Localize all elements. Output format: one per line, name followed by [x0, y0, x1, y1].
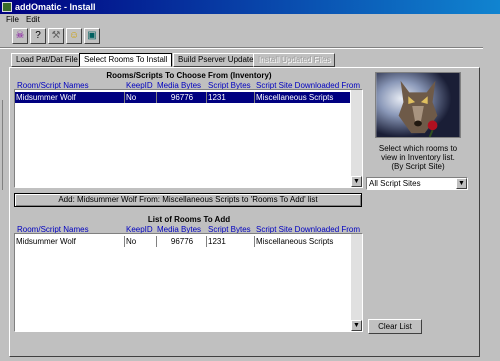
site-filter-help: Select which rooms to view in Inventory …	[366, 144, 470, 171]
table-row[interactable]: Midsummer Wolf No 96776 1231 Miscellaneo…	[15, 236, 350, 247]
chevron-down-icon[interactable]: ▼	[456, 178, 467, 189]
screen-icon[interactable]: ▣	[84, 28, 100, 44]
add-to-list-button[interactable]: Add: Midsummer Wolf From: Miscellaneous …	[14, 193, 362, 207]
script-site-value: All Script Sites	[369, 179, 421, 188]
rooms-to-add-title: List of Rooms To Add	[147, 215, 231, 224]
cell-media-bytes: 96776	[157, 236, 207, 247]
tab-select-rooms[interactable]: Select Rooms To Install	[79, 53, 173, 67]
tab-load-pat-dat[interactable]: Load Pat/Dat File	[11, 53, 83, 67]
cell-room-name: Midsummer Wolf	[15, 236, 125, 247]
cell-room-name: Midsummer Wolf	[15, 92, 125, 103]
menu-bar: File Edit	[0, 14, 500, 26]
cell-keepid: No	[125, 236, 157, 247]
toolbar: ☠ ? ⚒ ☺ ▣	[0, 26, 500, 46]
inventory-title: Rooms/Scripts To Choose From (Inventory)	[106, 71, 272, 80]
menu-edit[interactable]: Edit	[26, 15, 40, 25]
tab-build-pserver[interactable]: Build Pserver Update	[173, 53, 259, 67]
window-right-area	[483, 47, 500, 361]
inventory-list[interactable]: Midsummer Wolf No 96776 1231 Miscellaneo…	[14, 89, 363, 188]
smiley-icon[interactable]: ☺	[66, 28, 82, 44]
help-line-3: (By Script Site)	[391, 162, 445, 171]
cell-script-bytes: 1231	[207, 92, 255, 103]
cell-script-bytes: 1231	[207, 236, 255, 247]
table-row[interactable]: Midsummer Wolf No 96776 1231 Miscellaneo…	[15, 92, 350, 103]
menu-file[interactable]: File	[6, 15, 19, 25]
tab-install-updated: Install Updated Files	[253, 53, 336, 67]
inventory-scrollbar[interactable]: ▼	[351, 90, 362, 187]
app-window: addOmatic - Install File Edit ☠ ? ⚒ ☺ ▣ …	[0, 0, 500, 361]
cell-script-site: Miscellaneous Scripts	[256, 93, 334, 102]
cell-media-bytes: 96776	[157, 92, 207, 103]
cell-keepid: No	[125, 92, 157, 103]
scroll-down-icon[interactable]: ▼	[351, 176, 362, 187]
app-icon	[2, 2, 12, 12]
cell-script-site: Miscellaneous Scripts	[256, 237, 334, 246]
basket-icon[interactable]: ☠	[12, 28, 28, 44]
wolf-room-thumbnail	[375, 72, 461, 138]
rooms-to-add-list[interactable]: Midsummer Wolf No 96776 1231 Miscellaneo…	[14, 233, 363, 332]
script-site-dropdown[interactable]: All Script Sites ▼	[366, 177, 468, 190]
clear-list-button[interactable]: Clear List	[368, 319, 422, 334]
left-edge	[0, 100, 3, 190]
help-line-2: view in Inventory list.	[381, 153, 455, 162]
scroll-down-icon[interactable]: ▼	[351, 320, 362, 331]
help-icon[interactable]: ?	[30, 28, 46, 44]
window-title: addOmatic - Install	[15, 2, 96, 12]
tools-icon[interactable]: ⚒	[48, 28, 64, 44]
help-line-1: Select which rooms to	[378, 144, 458, 153]
rooms-to-add-scrollbar[interactable]: ▼	[351, 234, 362, 331]
title-bar[interactable]: addOmatic - Install	[0, 0, 500, 14]
toolbar-divider	[0, 47, 500, 49]
